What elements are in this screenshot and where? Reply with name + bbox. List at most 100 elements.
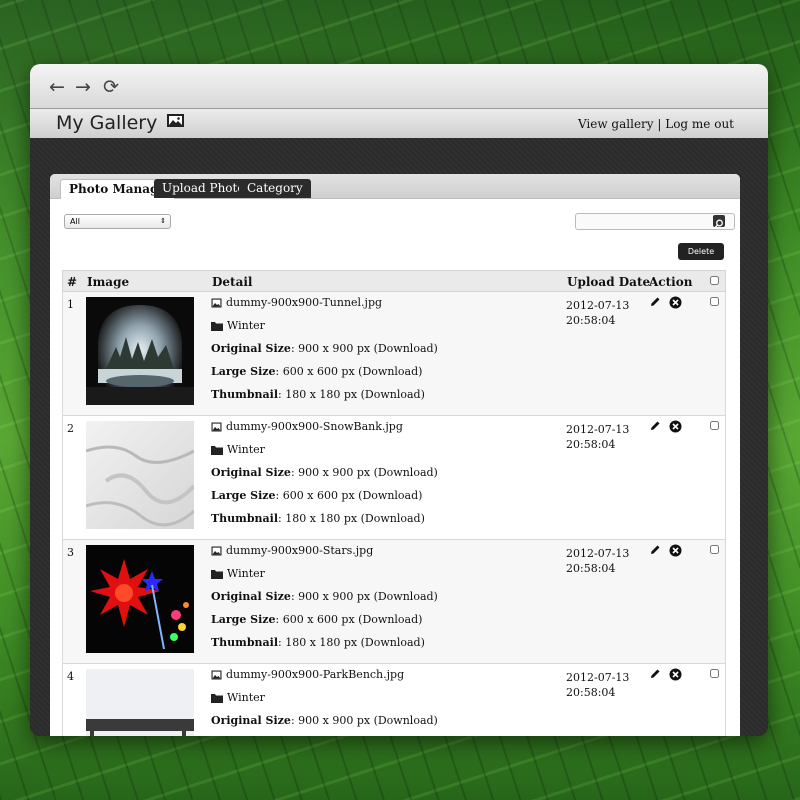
large-size-label: Large Size bbox=[211, 489, 276, 502]
file-name: dummy-900x900-Tunnel.jpg bbox=[211, 296, 382, 309]
original-size-label: Original Size bbox=[211, 466, 291, 479]
pencil-icon[interactable] bbox=[649, 544, 661, 556]
column-header-detail: Detail bbox=[212, 275, 253, 289]
remove-icon[interactable] bbox=[669, 420, 682, 433]
page-title: My Gallery bbox=[56, 112, 185, 134]
category-text: Winter bbox=[227, 567, 265, 580]
thumbnail-size-line: Thumbnail: 180 x 180 px (Download) bbox=[211, 512, 425, 525]
pencil-icon[interactable] bbox=[649, 420, 661, 432]
select-all-checkbox[interactable] bbox=[710, 276, 719, 285]
large-size-line: Large Size: 600 x 600 px (Download) bbox=[211, 489, 422, 502]
upload-date-time: 20:58:04 bbox=[566, 314, 616, 327]
category-filter-value: All bbox=[70, 217, 80, 226]
file-name-text: dummy-900x900-Stars.jpg bbox=[226, 544, 374, 557]
remove-icon[interactable] bbox=[669, 668, 682, 681]
row-checkbox[interactable] bbox=[710, 421, 719, 430]
pencil-icon[interactable] bbox=[649, 296, 661, 308]
thumbnail-size-value[interactable]: : 180 x 180 px (Download) bbox=[278, 388, 425, 401]
reload-icon[interactable]: ⟳ bbox=[100, 76, 122, 98]
upload-date-day: 2012-07-13 bbox=[566, 299, 630, 312]
file-name: dummy-900x900-SnowBank.jpg bbox=[211, 420, 403, 433]
file-name-text: dummy-900x900-ParkBench.jpg bbox=[226, 668, 405, 681]
category-label: Winter bbox=[211, 567, 265, 580]
category-filter-select[interactable]: All ⇕ bbox=[64, 214, 171, 229]
folder-icon bbox=[211, 322, 223, 331]
photo-thumbnail-parkbench[interactable] bbox=[86, 669, 194, 736]
table-row: 4 dummy-900x900-ParkBench.jpg Winter Ori… bbox=[62, 664, 726, 736]
original-size-label: Original Size bbox=[211, 342, 291, 355]
row-checkbox[interactable] bbox=[710, 297, 719, 306]
large-size-label: Large Size bbox=[211, 365, 276, 378]
thumbnail-size-value[interactable]: : 180 x 180 px (Download) bbox=[278, 636, 425, 649]
photo-manage-panel: Photo Manage Upload Photo Category All ⇕… bbox=[50, 174, 740, 736]
category-label: Winter bbox=[211, 691, 265, 704]
upload-date: 2012-07-13 20:58:04 bbox=[566, 298, 629, 328]
row-number: 2 bbox=[67, 422, 74, 435]
category-text: Winter bbox=[227, 319, 265, 332]
picture-icon bbox=[211, 546, 222, 556]
original-size-value[interactable]: : 900 x 900 px (Download) bbox=[291, 342, 438, 355]
thumbnail-size-value[interactable]: : 180 x 180 px (Download) bbox=[278, 512, 425, 525]
row-checkbox[interactable] bbox=[710, 669, 719, 678]
category-label: Winter bbox=[211, 443, 265, 456]
original-size-line: Original Size: 900 x 900 px (Download) bbox=[211, 342, 438, 355]
search-input[interactable] bbox=[575, 213, 735, 230]
large-size-value[interactable]: : 600 x 600 px (Download) bbox=[276, 489, 423, 502]
delete-button[interactable]: Delete bbox=[678, 243, 724, 260]
content-background: Photo Manage Upload Photo Category All ⇕… bbox=[30, 138, 768, 736]
file-name-text: dummy-900x900-SnowBank.jpg bbox=[226, 420, 403, 433]
original-size-value[interactable]: : 900 x 900 px (Download) bbox=[291, 590, 438, 603]
file-name: dummy-900x900-Stars.jpg bbox=[211, 544, 373, 557]
upload-date-day: 2012-07-13 bbox=[566, 547, 630, 560]
table-row: 3 dummy-900x900-Stars.jpg Winter Origina… bbox=[62, 540, 726, 664]
photo-thumbnail-tunnel[interactable] bbox=[86, 297, 194, 405]
folder-icon bbox=[211, 694, 223, 703]
picture-icon bbox=[167, 114, 185, 127]
row-number: 1 bbox=[67, 298, 74, 311]
thumbnail-size-line: Thumbnail: 180 x 180 px (Download) bbox=[211, 636, 425, 649]
upload-date: 2012-07-13 20:58:04 bbox=[566, 422, 629, 452]
header-links: View gallery | Log me out bbox=[578, 117, 734, 131]
upload-date-time: 20:58:04 bbox=[566, 686, 616, 699]
folder-icon bbox=[211, 446, 223, 455]
original-size-value[interactable]: : 900 x 900 px (Download) bbox=[291, 714, 438, 727]
row-checkbox[interactable] bbox=[710, 545, 719, 554]
logout-link[interactable]: Log me out bbox=[665, 117, 734, 131]
upload-date-time: 20:58:04 bbox=[566, 438, 616, 451]
upload-date-day: 2012-07-13 bbox=[566, 671, 630, 684]
photo-thumbnail-stars[interactable] bbox=[86, 545, 194, 653]
original-size-line: Original Size: 900 x 900 px (Download) bbox=[211, 590, 438, 603]
search-icon bbox=[714, 219, 723, 228]
browser-window: ← → ⟳ My Gallery View gallery | Log me o… bbox=[30, 64, 768, 736]
row-number: 4 bbox=[67, 670, 74, 683]
picture-icon bbox=[211, 298, 222, 308]
category-text: Winter bbox=[227, 691, 265, 704]
original-size-label: Original Size bbox=[211, 714, 291, 727]
tab-upload-photo[interactable]: Upload Photo bbox=[154, 179, 253, 198]
remove-icon[interactable] bbox=[669, 296, 682, 309]
tab-category[interactable]: Category bbox=[239, 179, 311, 198]
select-arrows-icon: ⇕ bbox=[160, 217, 166, 225]
folder-icon bbox=[211, 570, 223, 579]
upload-date: 2012-07-13 20:58:04 bbox=[566, 670, 629, 700]
large-size-label: Large Size bbox=[211, 613, 276, 626]
table-row: 2 dummy-900x900-SnowBank.jpg Winter Orig… bbox=[62, 416, 726, 540]
large-size-value[interactable]: : 600 x 600 px (Download) bbox=[276, 613, 423, 626]
column-header-upload-date: Upload Date bbox=[567, 275, 651, 289]
row-number: 3 bbox=[67, 546, 74, 559]
remove-icon[interactable] bbox=[669, 544, 682, 557]
table-row: 1 dummy-900x900-Tunnel.jpg Winter Origin… bbox=[62, 292, 726, 416]
upload-date-day: 2012-07-13 bbox=[566, 423, 630, 436]
arrow-left-icon[interactable]: ← bbox=[46, 76, 68, 98]
view-gallery-link[interactable]: View gallery bbox=[578, 117, 654, 131]
pencil-icon[interactable] bbox=[649, 668, 661, 680]
photo-thumbnail-snowbank[interactable] bbox=[86, 421, 194, 529]
thumbnail-size-label: Thumbnail bbox=[211, 388, 278, 401]
large-size-value[interactable]: : 600 x 600 px (Download) bbox=[276, 365, 423, 378]
file-name-text: dummy-900x900-Tunnel.jpg bbox=[226, 296, 383, 309]
browser-toolbar: ← → ⟳ bbox=[30, 64, 768, 109]
arrow-right-icon[interactable]: → bbox=[72, 76, 94, 98]
search-button[interactable] bbox=[713, 215, 725, 228]
large-size-line: Large Size: 600 x 600 px (Download) bbox=[211, 613, 422, 626]
original-size-value[interactable]: : 900 x 900 px (Download) bbox=[291, 466, 438, 479]
